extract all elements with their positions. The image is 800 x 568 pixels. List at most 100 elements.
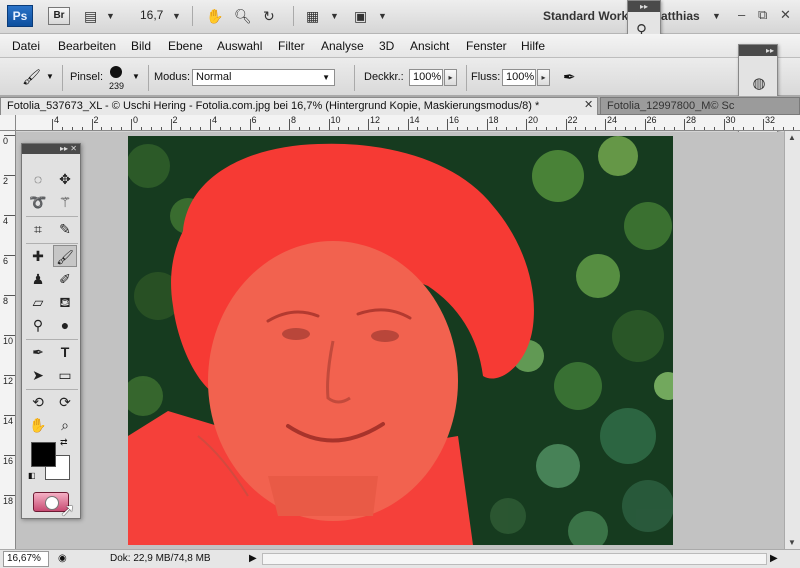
eyedropper-icon[interactable]: ✎ — [53, 218, 77, 240]
minimize-button[interactable]: – — [738, 7, 745, 22]
ruler-tick — [131, 119, 132, 130]
workspace-switcher[interactable]: Standard Work — [543, 9, 628, 23]
blur-tool-icon[interactable]: ● — [53, 314, 77, 336]
mode-select[interactable]: Normal ▼ — [192, 69, 335, 86]
zoom-level[interactable]: 16,7 — [140, 8, 163, 22]
ruler-origin[interactable] — [0, 115, 16, 131]
chevron-down-icon[interactable]: ▼ — [712, 8, 721, 24]
brush-preview-icon[interactable] — [110, 66, 122, 78]
chevron-down-icon[interactable]: ▼ — [378, 8, 387, 24]
ruler-minor-tick — [772, 127, 774, 130]
menu-ansicht[interactable]: Ansicht — [410, 39, 449, 53]
marquee-tool-icon[interactable]: ◌ — [26, 168, 50, 190]
ruler-minor-tick — [466, 127, 468, 130]
brush-tool-icon[interactable]: 🖌︎ — [53, 245, 77, 267]
document-tab-active[interactable]: Fotolia_537673_XL - © Uschi Hering - Fot… — [0, 97, 598, 115]
foreground-color-swatch[interactable] — [31, 442, 56, 467]
ruler-tick — [91, 119, 93, 130]
flow-slider-button[interactable]: ▸ — [537, 69, 550, 86]
menu-analyse[interactable]: Analyse — [321, 39, 364, 53]
lasso-tool-icon[interactable]: ➰ — [26, 191, 50, 213]
orbit-3d-icon[interactable]: ⟳ — [53, 391, 77, 413]
move-tool-icon[interactable]: ✥ — [53, 168, 77, 190]
view-extras-icon[interactable]: ▤ — [84, 8, 97, 24]
document-canvas[interactable] — [128, 136, 673, 545]
close-tab-icon[interactable]: ✕ — [584, 98, 593, 111]
opacity-field[interactable]: 100% — [409, 69, 443, 86]
chevron-down-icon[interactable]: ▼ — [46, 72, 54, 81]
vertical-scrollbar[interactable]: ▲ ▼ — [784, 131, 800, 549]
stamp-tool-icon[interactable]: ♟ — [26, 268, 50, 290]
horizontal-ruler[interactable]: 4 2 0 2 4 6 8 10 12 14 16 18 20 22 24 26 28 30 32 — [16, 115, 800, 131]
menu-fenster[interactable]: Fenster — [466, 39, 507, 53]
arrange-documents-icon[interactable]: ▦ — [306, 8, 319, 24]
menu-auswahl[interactable]: Auswahl — [217, 39, 262, 53]
ruler-minor-tick — [160, 127, 162, 130]
scroll-up-icon[interactable]: ▲ — [788, 133, 796, 142]
dodge-tool-icon[interactable]: ⚲ — [26, 314, 50, 336]
panel-header[interactable]: ▸▸ — [628, 1, 660, 12]
menu-bild[interactable]: Bild — [131, 39, 151, 53]
type-tool-icon[interactable]: T — [53, 341, 77, 363]
healing-brush-icon[interactable]: ✚ — [26, 245, 50, 267]
menu-hilfe[interactable]: Hilfe — [521, 39, 545, 53]
menu-filter[interactable]: Filter — [278, 39, 305, 53]
swap-colors-icon[interactable]: ⇄ — [60, 437, 68, 448]
separator — [148, 65, 149, 91]
paint-bucket-icon[interactable]: ⛾ — [53, 291, 77, 313]
workspace-name[interactable]: atthias — [661, 9, 700, 23]
ruler-minor-tick — [190, 127, 192, 130]
scroll-right-icon[interactable]: ▶ — [770, 553, 778, 564]
panel-header[interactable]: ▸▸ ✕ — [22, 144, 80, 154]
shape-tool-icon[interactable]: ▭ — [53, 364, 77, 386]
pen-tool-icon[interactable]: ✒ — [26, 341, 50, 363]
ruler-label: 12 — [370, 115, 381, 125]
chevron-down-icon[interactable]: ▼ — [172, 8, 181, 24]
ruler-label: 16 — [449, 115, 460, 125]
brush-tool-icon[interactable]: 🖌︎ — [22, 68, 41, 86]
separator — [466, 65, 467, 91]
document-tab-inactive[interactable]: Fotolia_12997800_M© Sc — [600, 97, 800, 115]
ruler-label: 18 — [3, 496, 14, 506]
restore-button[interactable]: ⧉ — [758, 7, 767, 23]
ruler-tick — [565, 119, 567, 130]
rotate-view-icon[interactable]: ↻ — [263, 8, 275, 24]
history-brush-icon[interactable]: ✐ — [53, 268, 77, 290]
vertical-ruler[interactable]: 0 2 4 6 8 10 12 14 16 18 — [0, 131, 16, 549]
rotate-3d-icon[interactable]: ⟲ — [26, 391, 50, 413]
status-info-icon[interactable]: ◉ — [58, 553, 67, 564]
default-colors-icon[interactable]: ◧ — [28, 471, 36, 480]
ruler-tick — [170, 119, 172, 130]
ruler-minor-tick — [555, 127, 557, 130]
status-zoom-field[interactable]: 16,67% — [3, 551, 49, 567]
adjustments-icon[interactable]: ◍ — [748, 73, 770, 95]
ruler-label: 24 — [607, 115, 618, 125]
flow-field[interactable]: 100% — [502, 69, 536, 86]
ruler-label: 14 — [3, 416, 14, 426]
horizontal-scrollbar[interactable] — [262, 553, 767, 565]
path-select-icon[interactable]: ➤ — [26, 364, 50, 386]
close-button[interactable]: ✕ — [780, 7, 791, 23]
hand-tool-icon[interactable]: ✋ — [206, 8, 223, 24]
chevron-down-icon[interactable]: ▼ — [132, 72, 140, 81]
opacity-slider-button[interactable]: ▸ — [444, 69, 457, 86]
hand-tool-icon[interactable]: ✋ — [26, 414, 50, 436]
zoom-tool-icon[interactable]: ⌕ — [53, 414, 77, 436]
magic-wand-icon[interactable]: ⚚ — [53, 191, 77, 213]
eraser-icon[interactable]: ▱ — [26, 291, 50, 313]
zoom-tool-icon[interactable]: 🔍︎ — [234, 8, 252, 24]
menu-3d[interactable]: 3D — [379, 39, 394, 53]
airbrush-icon[interactable]: ✒ — [563, 68, 576, 86]
chevron-down-icon[interactable]: ▼ — [106, 8, 115, 24]
menu-datei[interactable]: Datei — [12, 39, 40, 53]
panel-header[interactable]: ▸▸ — [739, 45, 777, 56]
bridge-button[interactable]: Br — [48, 7, 70, 25]
crop-tool-icon[interactable]: ⌗ — [26, 218, 50, 240]
status-menu-arrow[interactable]: ▶ — [249, 553, 257, 564]
screen-mode-icon[interactable]: ▣ — [354, 8, 367, 24]
scroll-down-icon[interactable]: ▼ — [788, 538, 796, 547]
menu-bearbeiten[interactable]: Bearbeiten — [58, 39, 116, 53]
menu-ebene[interactable]: Ebene — [168, 39, 203, 53]
chevron-down-icon[interactable]: ▼ — [330, 8, 339, 24]
ruler-tick — [4, 455, 15, 456]
